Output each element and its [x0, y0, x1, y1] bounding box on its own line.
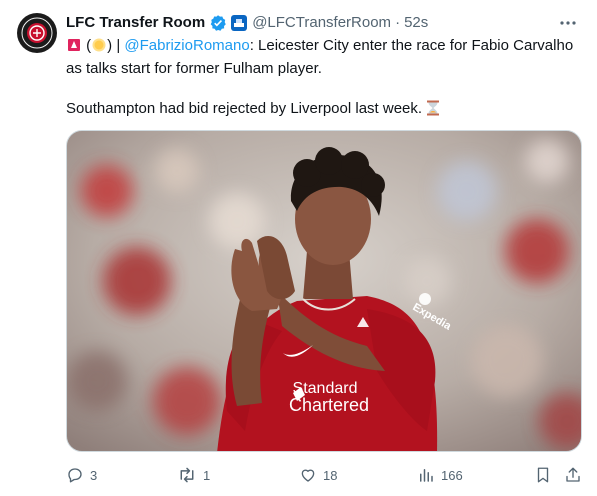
player-applauding-photo: Standard Chartered Expedia — [67, 131, 581, 451]
verified-badge-icon — [209, 14, 227, 32]
tweet-text-prefix: ( — [82, 37, 92, 54]
reply-icon — [68, 468, 82, 483]
repost-button[interactable]: 1 — [177, 464, 210, 486]
share-icon — [566, 467, 580, 482]
tweet-text: ( ) | @FabrizioRomano: Leicester City en… — [66, 36, 586, 122]
separator: · — [395, 14, 401, 31]
like-count: 18 — [323, 467, 338, 483]
views-button[interactable]: 166 — [417, 464, 463, 486]
author-name[interactable]: LFC Transfer Room — [66, 13, 205, 33]
lfc-transfer-room-logo-icon — [18, 14, 56, 52]
bookmark-icon — [537, 467, 549, 483]
affiliate-badge-icon[interactable] — [231, 15, 248, 31]
tweet-actions: 3 1 18 166 — [66, 464, 586, 486]
repost-count: 1 — [203, 467, 211, 483]
tweet-text-mid: ) | — [107, 37, 125, 54]
tweet-text-line2: Southampton had bid rejected by Liverpoo… — [66, 100, 423, 117]
repost-icon — [180, 467, 194, 483]
mention-link[interactable]: @FabrizioRomano — [124, 37, 249, 54]
like-button[interactable]: 18 — [299, 464, 337, 486]
heart-icon — [301, 469, 315, 482]
hourglass-emoji-icon — [426, 100, 440, 122]
reply-count: 3 — [90, 467, 98, 483]
share-button[interactable] — [564, 464, 582, 486]
tweet-photo[interactable]: Standard Chartered Expedia — [66, 130, 582, 452]
avatar[interactable] — [17, 13, 57, 53]
views-icon — [420, 469, 433, 482]
siren-emoji-icon — [66, 37, 82, 59]
views-count: 166 — [441, 467, 463, 483]
sun-emoji-icon — [91, 37, 107, 59]
timestamp[interactable]: 52s — [404, 13, 428, 33]
reply-button[interactable]: 3 — [66, 464, 97, 486]
author-handle[interactable]: @LFCTransferRoom — [252, 13, 391, 33]
tweet-header: LFC Transfer Room @LFCTransferRoom · 52s — [66, 12, 579, 34]
bookmark-button[interactable] — [534, 464, 552, 486]
more-options-icon[interactable] — [557, 12, 579, 34]
tweet[interactable]: LFC Transfer Room @LFCTransferRoom · 52s — [0, 0, 597, 496]
